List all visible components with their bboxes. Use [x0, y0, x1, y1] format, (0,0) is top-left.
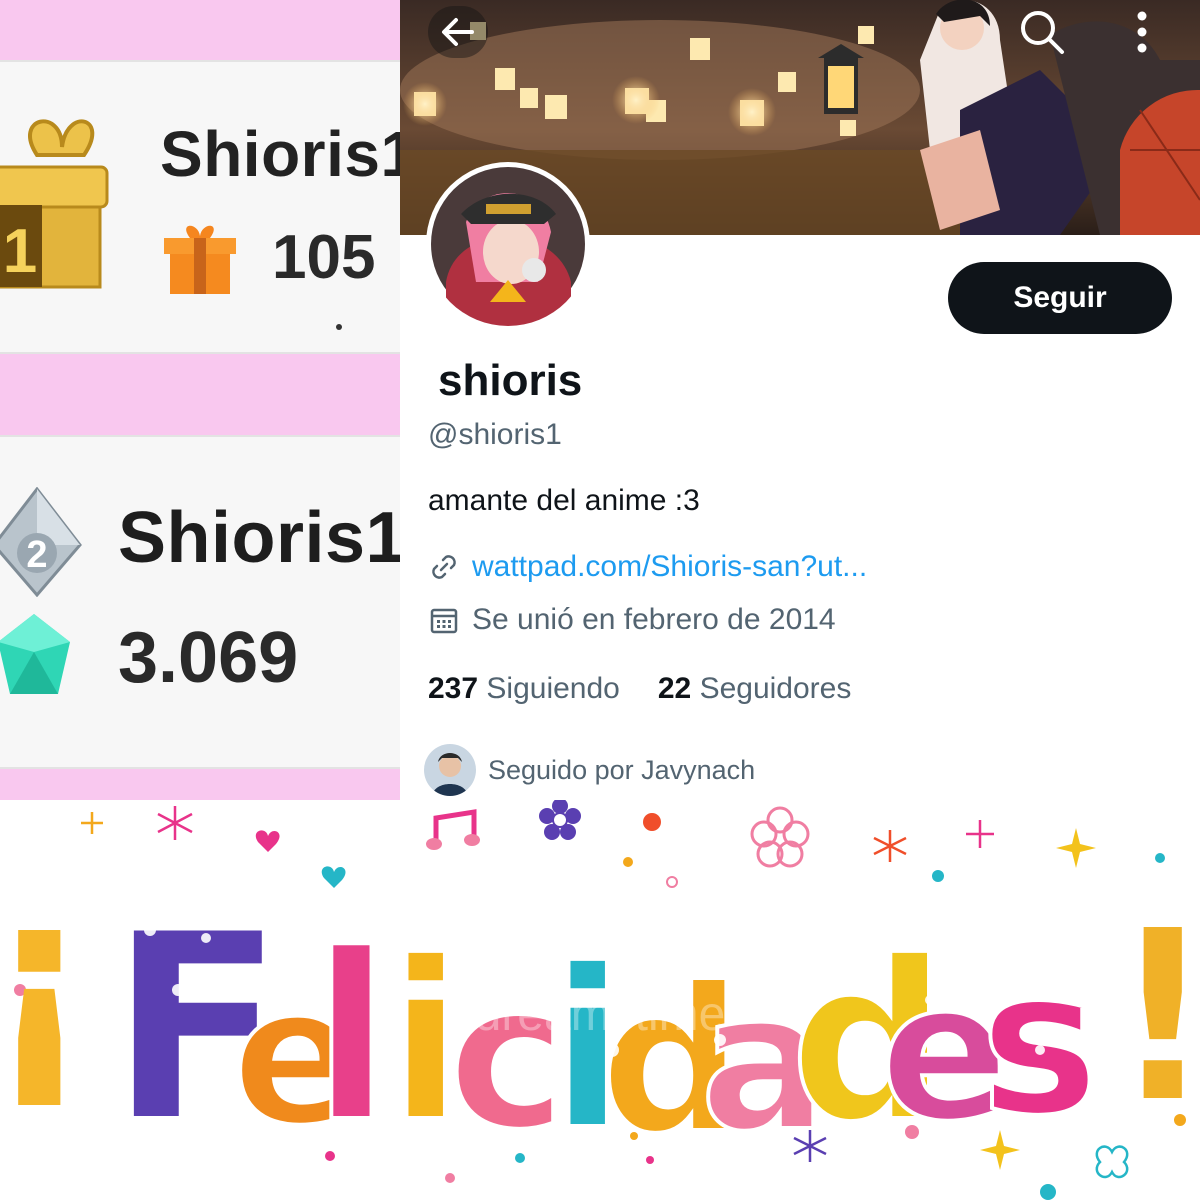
teal-diamond-icon	[0, 614, 70, 694]
follow-button[interactable]: Seguir	[948, 262, 1172, 334]
followers-link[interactable]: 22 Seguidores	[658, 672, 852, 706]
svg-text:!: !	[0, 873, 94, 1153]
back-arrow-icon	[442, 18, 474, 46]
rank-count-first: 105	[272, 223, 376, 292]
follower-avatar	[424, 744, 476, 796]
profile-joined-date: Se unió en febrero de 2014	[472, 603, 836, 636]
rank-card-second: 2 Shioris1 3.069	[0, 435, 400, 769]
leaderboard-collage: 1 Shioris1 105 2 Shioris1 3.069	[0, 0, 400, 800]
followed-by-text: Seguido por Javynach	[488, 754, 756, 785]
followed-by-row[interactable]: Seguido por Javynach	[424, 744, 755, 796]
congratulations-lettering: ! F e l i c i d a d e s ! dreamstime	[0, 873, 1200, 1182]
back-button[interactable]	[428, 6, 488, 58]
profile-bio: amante del anime :3	[428, 484, 700, 517]
svg-text:s: s	[980, 927, 1099, 1160]
svg-text:!: !	[1108, 877, 1200, 1157]
orange-gift-icon	[164, 225, 236, 294]
svg-text:l: l	[312, 906, 391, 1173]
divider-dot	[336, 324, 342, 330]
calendar-icon	[430, 608, 458, 634]
more-vertical-icon	[1137, 11, 1147, 53]
congratulations-graphic: ! F e l i c i d a d e s ! dreamstime	[0, 800, 1200, 1200]
rank-number-second: 2	[26, 534, 47, 576]
link-icon	[432, 555, 456, 579]
followers-count: 22	[657, 672, 692, 705]
profile-handle: @shioris1	[428, 418, 562, 451]
profile-stats: 237 Siguiendo 22 Seguidores	[428, 672, 851, 706]
gift-box-icon: 1	[0, 119, 109, 289]
following-label: Siguiendo	[486, 672, 620, 705]
profile-link-row: wattpad.com/Shioris-san?ut...	[428, 550, 867, 584]
rank-number-first: 1	[3, 217, 37, 286]
search-button[interactable]	[1012, 6, 1072, 58]
profile-screen: Seguir shioris @shioris1 amante del anim…	[400, 0, 1200, 800]
following-count: 237	[428, 672, 479, 705]
profile-display-name: shioris	[438, 356, 583, 405]
profile-avatar[interactable]	[426, 162, 590, 326]
more-options-button[interactable]	[1112, 6, 1172, 58]
svg-text:c: c	[448, 941, 567, 1174]
search-icon	[1021, 11, 1064, 54]
rank-card-first: 1 Shioris1 105	[0, 60, 400, 354]
profile-website-link[interactable]: wattpad.com/Shioris-san?ut...	[472, 550, 867, 584]
rank-count-second: 3.069	[118, 618, 299, 698]
followers-label: Seguidores	[699, 672, 852, 705]
rank-name-first: Shioris1	[160, 118, 400, 190]
silver-gem-badge-icon: 2	[0, 487, 82, 597]
following-link[interactable]: 237 Siguiendo	[428, 672, 620, 706]
profile-joined-row: Se unió en febrero de 2014	[428, 603, 836, 637]
rank-name-second: Shioris1	[118, 498, 400, 578]
watermark-text: dreamstime	[475, 988, 726, 1041]
